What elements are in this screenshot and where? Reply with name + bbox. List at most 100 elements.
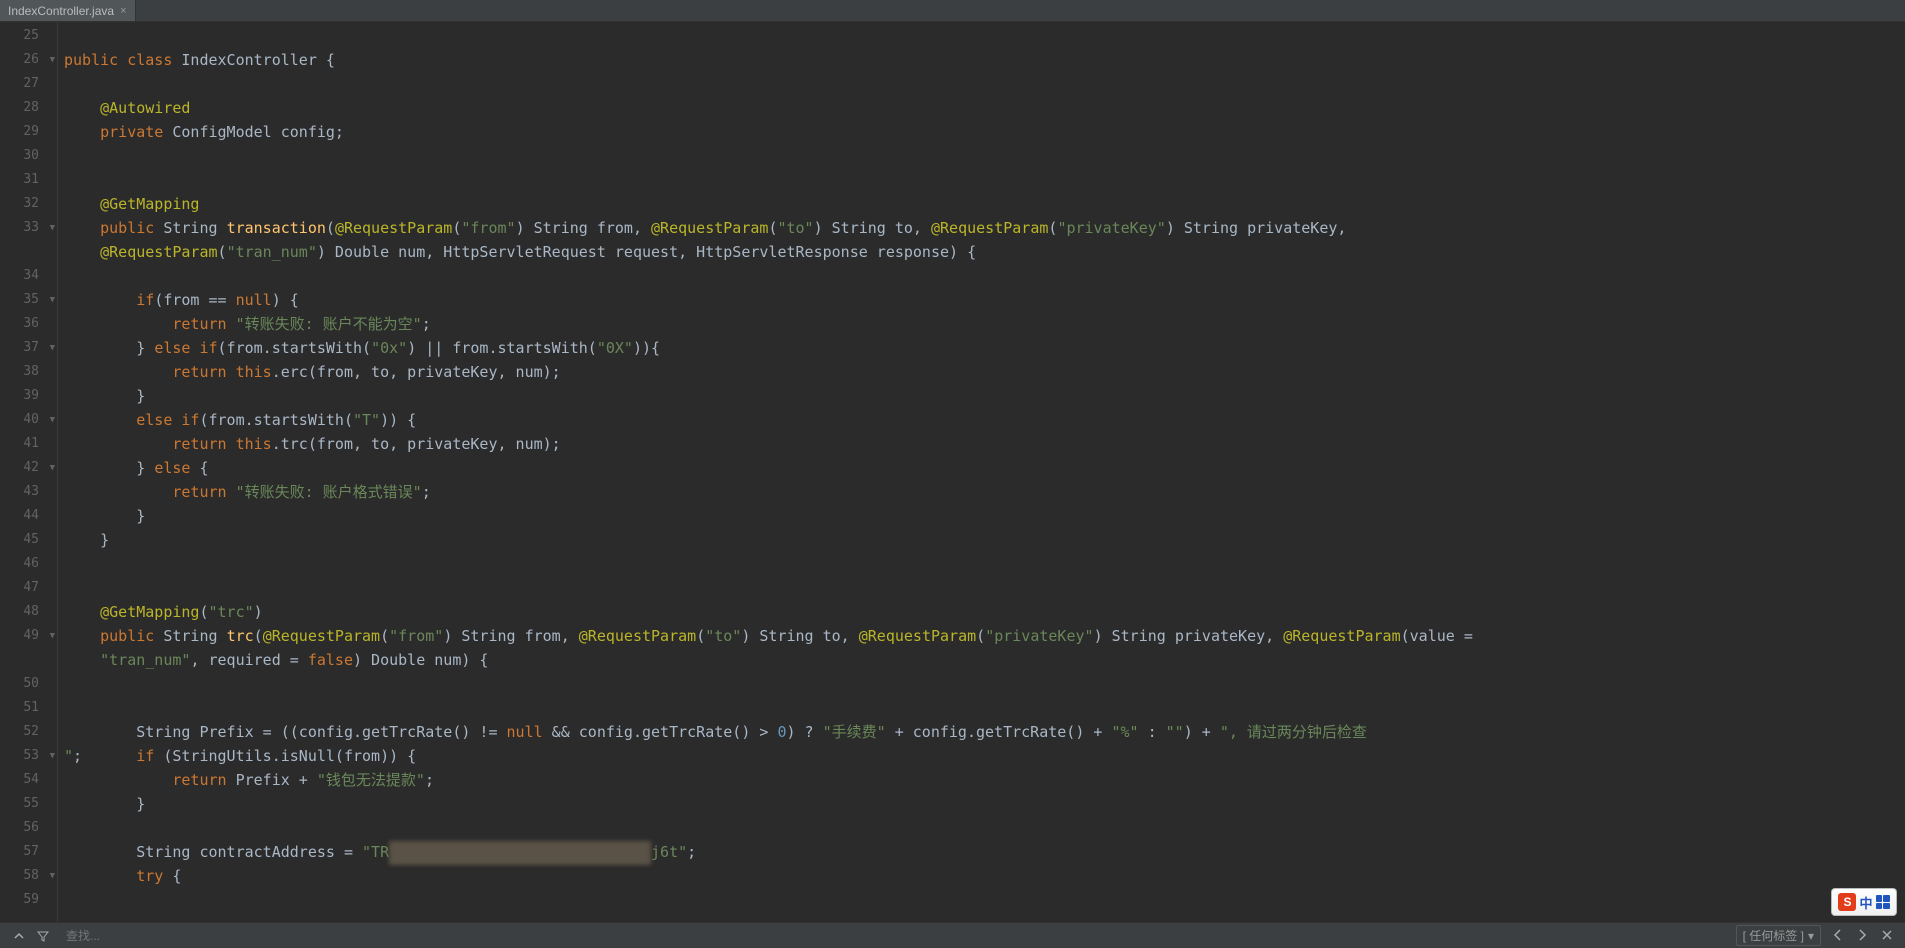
code-line: } xyxy=(64,792,1905,816)
line-number: 34 xyxy=(0,264,57,288)
code-line xyxy=(64,888,1905,912)
line-number: 33▼ xyxy=(0,216,57,240)
editor: 2526▼27282930313233▼.3435▼3637▼383940▼41… xyxy=(0,22,1905,922)
code-line: return this.trc(from, to, privateKey, nu… xyxy=(64,432,1905,456)
close-icon[interactable]: × xyxy=(120,5,126,17)
tab-indexcontroller[interactable]: IndexController.java × xyxy=(0,0,136,21)
code-line: } xyxy=(64,504,1905,528)
code-line xyxy=(64,672,1905,696)
line-number: 27 xyxy=(0,72,57,96)
code-line: @GetMapping("trc") xyxy=(64,600,1905,624)
line-number: 49▼ xyxy=(0,624,57,648)
line-number: 44 xyxy=(0,504,57,528)
code-line xyxy=(64,552,1905,576)
code-line: @GetMapping xyxy=(64,192,1905,216)
line-number: 45 xyxy=(0,528,57,552)
code-line: } xyxy=(64,528,1905,552)
tab-bar: IndexController.java × xyxy=(0,0,1905,22)
chevron-down-icon: ▾ xyxy=(1808,929,1814,943)
fold-icon[interactable]: ▼ xyxy=(50,336,55,360)
line-number: 38 xyxy=(0,360,57,384)
fold-icon[interactable]: ▼ xyxy=(50,408,55,432)
code-line: } else if(from.startsWith("0x") || from.… xyxy=(64,336,1905,360)
code-line: public String trc(@RequestParam("from") … xyxy=(64,624,1905,648)
line-number: 32 xyxy=(0,192,57,216)
prev-icon[interactable] xyxy=(1831,928,1845,944)
line-number: . xyxy=(0,240,57,264)
code-line: public class IndexController { xyxy=(64,48,1905,72)
line-number: 39 xyxy=(0,384,57,408)
code-line: if (StringUtils.isNull(from)) { xyxy=(64,744,1905,768)
line-number: 59 xyxy=(0,888,57,912)
fold-icon[interactable]: ▼ xyxy=(50,216,55,240)
line-number: 55 xyxy=(0,792,57,816)
code-line xyxy=(64,264,1905,288)
code-line xyxy=(64,144,1905,168)
tab-title: IndexController.java xyxy=(8,4,114,18)
code-line: try { xyxy=(64,864,1905,888)
code-line: return "转账失败: 账户格式错误"; xyxy=(64,480,1905,504)
search-input[interactable] xyxy=(66,929,266,943)
code-line: String contractAddress = "TRXXXXXXXXXXXX… xyxy=(64,840,1905,864)
ime-lang-label: 中 xyxy=(1859,893,1872,912)
code-line xyxy=(64,696,1905,720)
code-line: private ConfigModel config; xyxy=(64,120,1905,144)
fold-icon[interactable]: ▼ xyxy=(50,744,55,768)
line-number: 46 xyxy=(0,552,57,576)
chevron-up-icon[interactable] xyxy=(10,927,28,945)
ime-grid-icon xyxy=(1876,895,1890,909)
line-number: 42▼ xyxy=(0,456,57,480)
code-line xyxy=(64,72,1905,96)
line-number: 53▼ xyxy=(0,744,57,768)
line-number: 29 xyxy=(0,120,57,144)
code-line: } else { xyxy=(64,456,1905,480)
fold-icon[interactable]: ▼ xyxy=(50,456,55,480)
code-line xyxy=(64,576,1905,600)
line-number: 26▼ xyxy=(0,48,57,72)
code-line: public String transaction(@RequestParam(… xyxy=(64,216,1905,240)
code-line: @Autowired xyxy=(64,96,1905,120)
line-number: 50 xyxy=(0,672,57,696)
ime-badge[interactable]: S 中 xyxy=(1831,888,1897,916)
line-number: 31 xyxy=(0,168,57,192)
line-number: 36 xyxy=(0,312,57,336)
tags-label: [ 任何标签 ] xyxy=(1743,927,1804,944)
fold-icon[interactable]: ▼ xyxy=(50,864,55,888)
code-line xyxy=(64,24,1905,48)
ime-logo-icon: S xyxy=(1838,893,1856,911)
gutter: 2526▼27282930313233▼.3435▼3637▼383940▼41… xyxy=(0,22,58,922)
line-number: 54 xyxy=(0,768,57,792)
code-line xyxy=(64,816,1905,840)
fold-icon[interactable]: ▼ xyxy=(50,624,55,648)
line-number: 52 xyxy=(0,720,57,744)
line-number: 47 xyxy=(0,576,57,600)
line-number: 56 xyxy=(0,816,57,840)
tags-dropdown[interactable]: [ 任何标签 ] ▾ xyxy=(1736,925,1821,946)
close-icon[interactable] xyxy=(1879,928,1895,944)
code-line xyxy=(64,168,1905,192)
line-number: 43 xyxy=(0,480,57,504)
fold-icon[interactable]: ▼ xyxy=(50,48,55,72)
line-number: 35▼ xyxy=(0,288,57,312)
line-number: 58▼ xyxy=(0,864,57,888)
code-line: else if(from.startsWith("T")) { xyxy=(64,408,1905,432)
fold-icon[interactable]: ▼ xyxy=(50,288,55,312)
line-number: 37▼ xyxy=(0,336,57,360)
funnel-icon[interactable] xyxy=(34,927,52,945)
code-line: return this.erc(from, to, privateKey, nu… xyxy=(64,360,1905,384)
line-number: 40▼ xyxy=(0,408,57,432)
status-bar: [ 任何标签 ] ▾ xyxy=(0,922,1905,948)
code-line: return "转账失败: 账户不能为空"; xyxy=(64,312,1905,336)
line-number: 25 xyxy=(0,24,57,48)
next-icon[interactable] xyxy=(1855,928,1869,944)
code-area[interactable]: public class IndexController { @Autowire… xyxy=(58,22,1905,922)
line-number: 48 xyxy=(0,600,57,624)
line-number: 57 xyxy=(0,840,57,864)
code-line: } xyxy=(64,384,1905,408)
code-line: "tran_num", required = false) Double num… xyxy=(64,648,1905,672)
line-number: 28 xyxy=(0,96,57,120)
code-line: if(from == null) { xyxy=(64,288,1905,312)
redacted-text: XXXXXXXXXXXXXXXXXXXXXXXXXXXXX xyxy=(389,841,651,865)
code-line: @RequestParam("tran_num") Double num, Ht… xyxy=(64,240,1905,264)
line-number: 41 xyxy=(0,432,57,456)
